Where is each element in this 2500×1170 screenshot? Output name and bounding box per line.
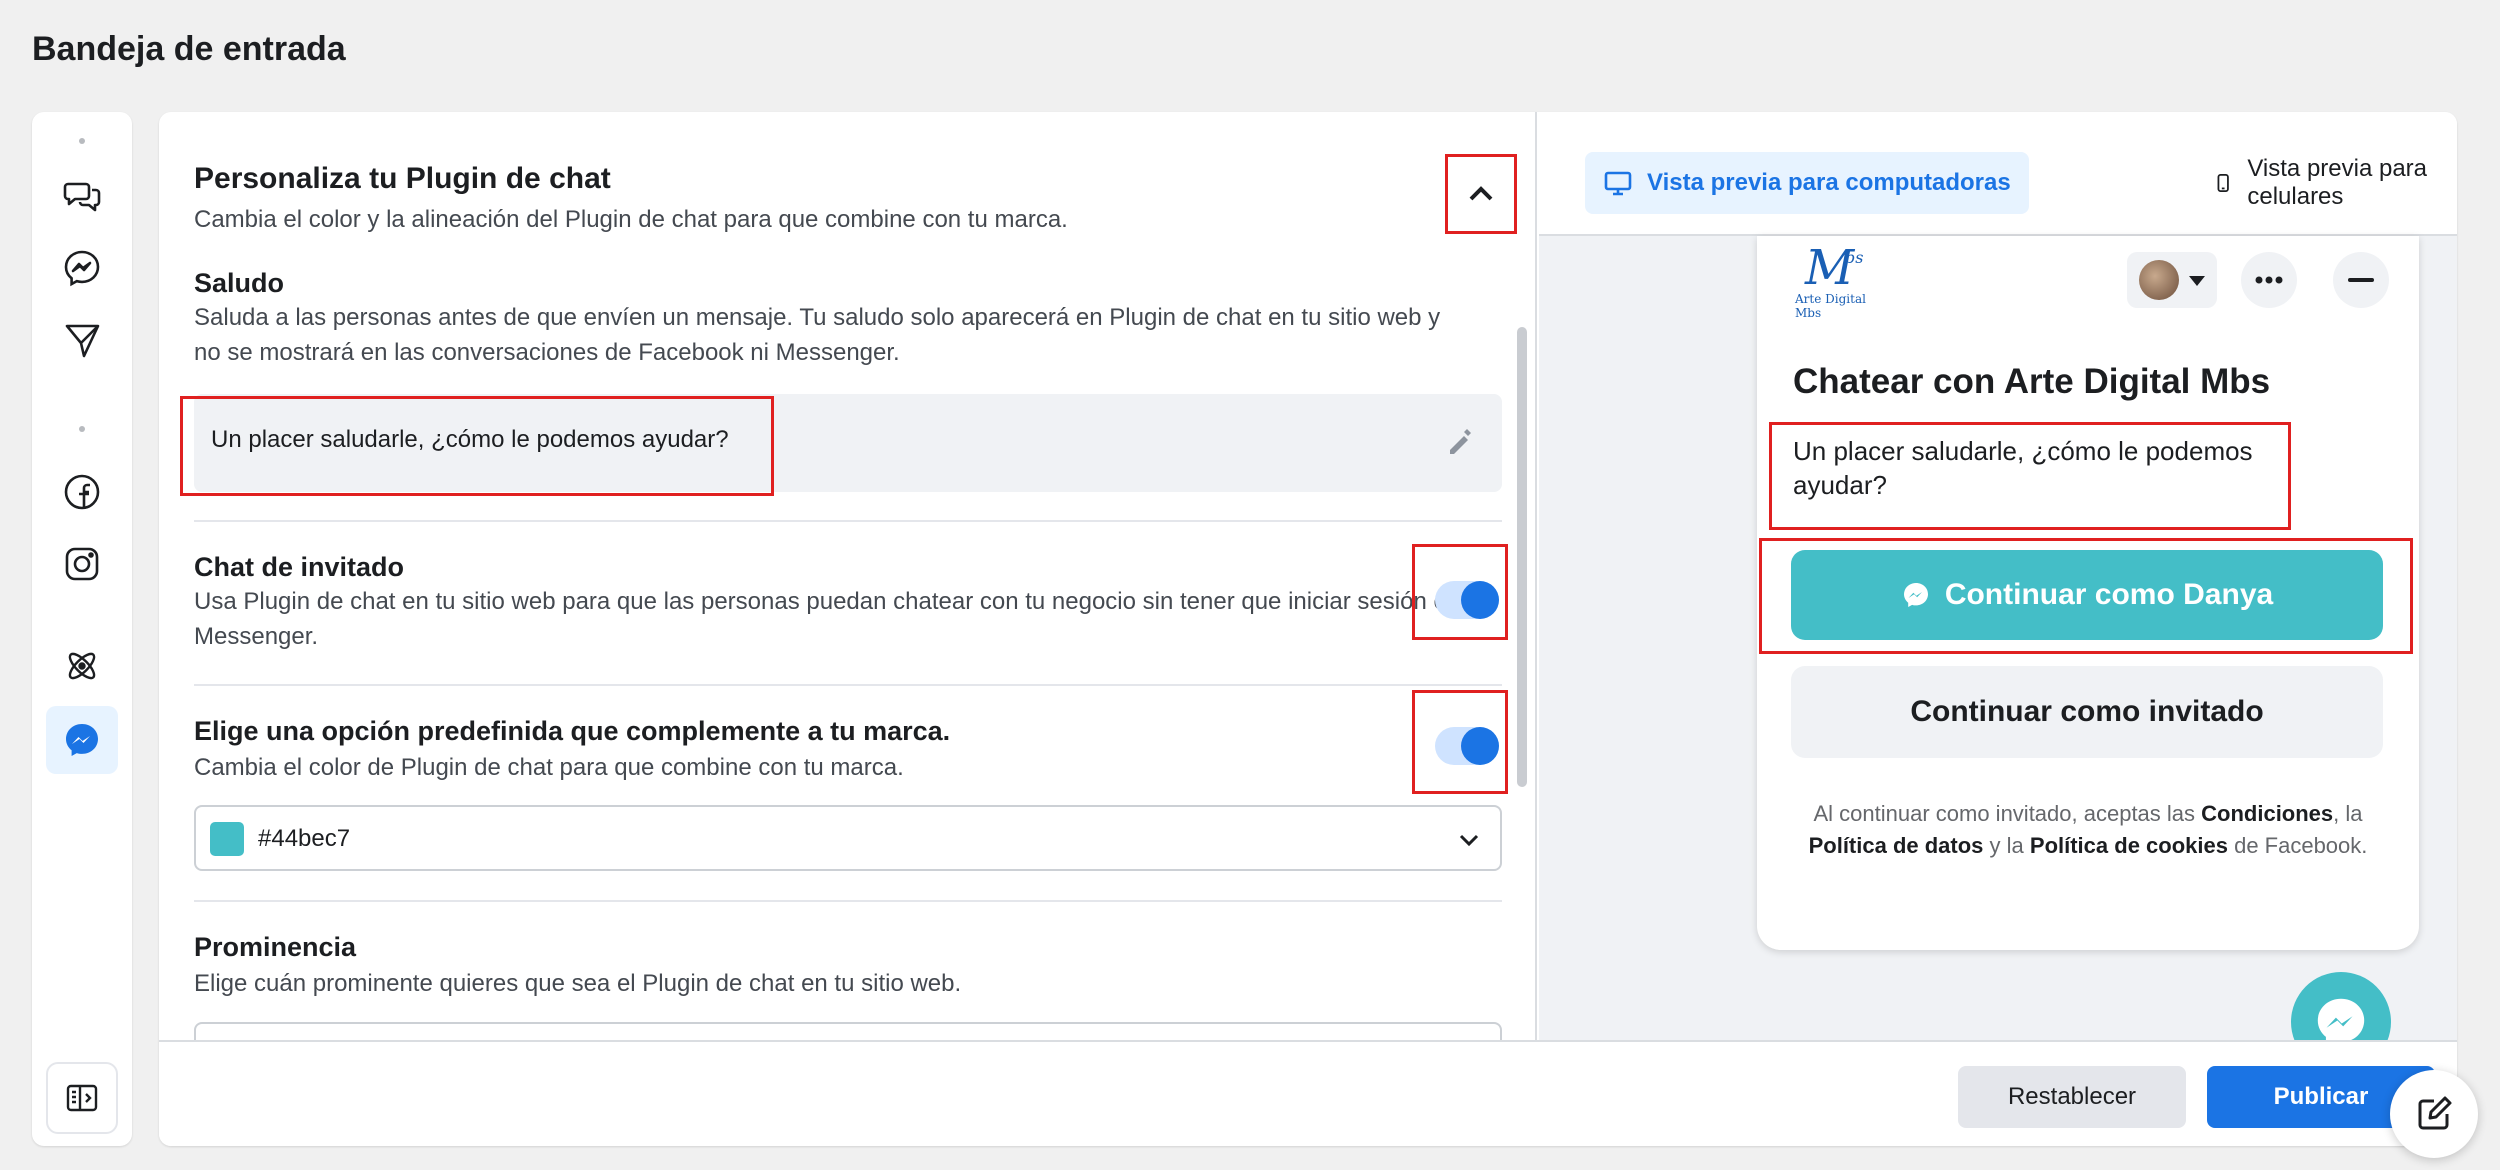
messenger-icon [66,724,98,756]
reset-button[interactable]: Restablecer [1958,1066,2186,1128]
logo-superscript: bs [1845,248,1864,267]
greeting-title: Saludo [194,268,285,298]
tab-desktop-label: Vista previa para computadoras [1647,169,2011,196]
toggle-knob [1461,727,1499,765]
panel-toggle-button[interactable] [46,1062,118,1134]
divider [194,900,1502,902]
highlight-box [1769,422,2291,530]
sidebar-item-atom[interactable] [46,632,118,700]
settings-panel: Personaliza tu Plugin de chat Cambia el … [159,112,1537,1040]
pencil-icon[interactable] [1444,424,1480,460]
tab-desktop-preview[interactable]: Vista previa para computadoras [1585,152,2029,214]
scrollbar[interactable] [1517,327,1527,787]
chevron-up-icon [1469,186,1493,201]
avatar [2139,260,2179,300]
divider [194,684,1502,686]
minimize-icon [2348,278,2374,282]
preview-tabs: Vista previa para computadoras Vista pre… [1539,112,2457,236]
highlight-box [180,396,774,496]
page-title: Bandeja de entrada [32,30,346,68]
sidebar-item-send[interactable] [46,306,118,374]
greeting-description: Saluda a las personas antes de que envíe… [194,304,1441,366]
sidebar-item-messenger[interactable] [46,234,118,302]
legal-part: de Facebook. [2227,833,2368,858]
compose-button[interactable] [2390,1070,2478,1158]
chevron-down-icon [1459,834,1479,847]
settings-subtitle: Cambia el color y la alineación del Plug… [194,206,1068,233]
chat-title: Chatear con Arte Digital Mbs [1793,362,2271,401]
brand-logo: M bs Arte Digital Mbs [1793,240,1883,320]
chat-plugin-preview: M bs Arte Digital Mbs Chatear con Arte D… [1757,236,2419,950]
preset-title: Elige una opción predefinida que complem… [194,716,951,746]
prominence-select[interactable] [194,1022,1502,1040]
guest-chat-toggle[interactable] [1435,581,1499,619]
color-value: #44bec7 [258,825,351,852]
collapse-button[interactable] [1445,154,1517,234]
prominence-description: Elige cuán prominente quieres que sea el… [194,970,962,997]
more-icon [2255,276,2283,284]
send-icon [65,324,100,358]
main-panel: Personaliza tu Plugin de chat Cambia el … [159,112,2457,1146]
divider [194,520,1502,522]
instagram-icon [65,547,99,581]
preset-toggle-highlight [1412,690,1508,794]
prominence-title: Prominencia [194,932,357,962]
guest-chat-description: Usa Plugin de chat en tu sitio web para … [194,588,1461,650]
legal-part: Al continuar como invitado, aceptas las [1813,801,2202,826]
guest-label: Continuar como invitado [1910,695,2264,728]
tab-mobile-preview[interactable]: Vista previa para celulares [2195,152,2457,214]
legal-part: y la [1983,833,2030,858]
compose-icon [2418,1096,2452,1130]
sidebar-item-instagram[interactable] [46,530,118,598]
desktop-icon [1604,171,1632,196]
color-select[interactable]: #44bec7 [194,805,1502,871]
preset-toggle[interactable] [1435,727,1499,765]
account-switcher[interactable] [2127,252,2217,308]
comments-icon [63,182,101,212]
guest-chat-toggle-highlight [1412,544,1508,640]
minimize-button[interactable] [2333,252,2389,308]
messenger-icon [64,250,100,287]
panel-toggle-icon [66,1084,98,1112]
facebook-icon [64,474,100,510]
sidebar [32,112,132,1146]
more-button[interactable] [2241,252,2297,308]
toggle-knob [1461,581,1499,619]
settings-title: Personaliza tu Plugin de chat [194,162,611,195]
sidebar-item-facebook[interactable] [46,458,118,526]
mobile-icon [2217,173,2229,193]
legal-text: Al continuar como invitado, aceptas las … [1787,798,2389,862]
logo-text: Arte Digital Mbs [1795,292,1866,320]
guest-chat-title: Chat de invitado [194,552,405,582]
continue-as-guest-button[interactable]: Continuar como invitado [1791,666,2383,758]
cookie-policy-link[interactable]: Política de cookies [2030,833,2228,858]
sidebar-item-comments[interactable] [46,162,118,230]
terms-link[interactable]: Condiciones [2201,801,2333,826]
divider-dot [79,138,85,144]
legal-part: , la [2333,801,2363,826]
preview-panel: Vista previa para computadoras Vista pre… [1539,112,2457,1072]
caret-down-icon [2189,276,2205,286]
tab-mobile-label: Vista previa para celulares [2247,155,2428,210]
preset-description: Cambia el color de Plugin de chat para q… [194,754,904,781]
atom-icon [68,652,96,680]
color-swatch [210,822,244,856]
divider-dot [79,426,85,432]
footer-bar: Restablecer Publicar [159,1040,2457,1146]
sidebar-item-messenger-active[interactable] [46,706,118,774]
highlight-box [1759,538,2413,654]
data-policy-link[interactable]: Política de datos [1809,833,1984,858]
